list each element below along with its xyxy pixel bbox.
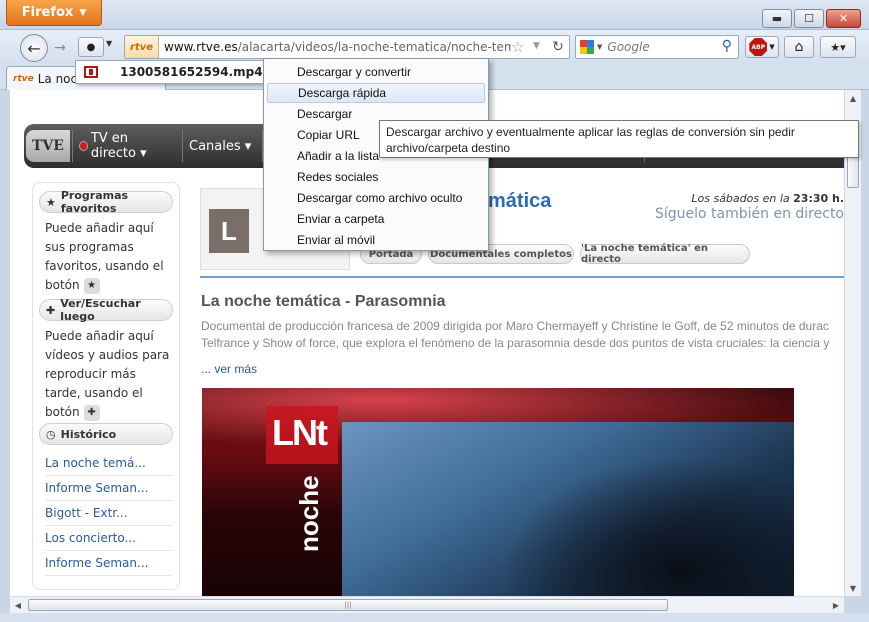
url-path: /alacarta/videos/la-noche-tematica/noche… [237, 40, 512, 54]
channel-logo-noche: noche [294, 475, 324, 552]
divider [200, 276, 844, 278]
historico-link[interactable]: Los concierto... [45, 526, 173, 551]
program-schedule: Los sábados en la 23:30 h. [691, 192, 844, 205]
bookmark-star-icon[interactable]: ☆ [511, 38, 524, 56]
addon-dropdown-icon[interactable]: ▼ [106, 39, 112, 48]
tve-logo[interactable]: TVE [26, 130, 70, 162]
reload-icon[interactable]: ↻ [549, 38, 567, 56]
ver-mas-link[interactable]: ... ver más [201, 362, 257, 376]
firefox-menu-button[interactable]: Firefox ▼ [6, 0, 102, 26]
tab-en-directo[interactable]: 'La noche temática' en directo [580, 243, 750, 265]
status-bar [0, 613, 869, 622]
video-player[interactable]: LNt noche [202, 388, 794, 596]
historico-title: Histórico [60, 427, 117, 441]
vertical-scrollbar[interactable]: ▲ ▼ [844, 90, 861, 596]
url-text[interactable]: www.rtve.es/alacarta/videos/la-noche-tem… [159, 40, 511, 54]
tv-en-directo-label: TV en directo ▾ [90, 131, 147, 161]
program-title: mática [488, 190, 552, 212]
chevron-down-icon: ▼ [79, 7, 87, 18]
url-bar[interactable]: rtve www.rtve.es/alacarta/videos/la-noch… [124, 35, 570, 59]
title-bar: Firefox ▼ ▬ ☐ ✕ [0, 0, 869, 30]
downloader-icon: ● [86, 41, 96, 53]
historico-link[interactable]: La noche temá... [45, 451, 173, 476]
tv-en-directo-menu[interactable]: TV en directo ▾ [72, 130, 180, 162]
horizontal-scroll-thumb[interactable]: ||| [28, 599, 668, 611]
site-identity-badge[interactable]: rtve [125, 36, 160, 58]
schedule-prefix: Los sábados en la [691, 192, 790, 205]
adblock-dropdown-icon: ▼ [769, 43, 775, 51]
search-icon[interactable]: ⚲ [722, 38, 732, 54]
plus-icon: ✚ [46, 303, 56, 317]
live-dot-icon [79, 141, 88, 151]
bookmarks-icon: ★▾ [830, 40, 846, 54]
menu-item-redes-sociales[interactable]: Redes sociales [267, 167, 485, 187]
video-description-line: Documental de producción francesa de 200… [201, 319, 829, 333]
minimize-button[interactable]: ▬ [762, 9, 792, 28]
favoritos-title: Programas favoritos [60, 189, 129, 215]
media-file-item[interactable]: 1300581652594.mp4 [75, 60, 273, 84]
ver-luego-title: Ver/Escuchar luego [60, 297, 141, 323]
video-description-line: Telfrance y Show of force, que explora e… [201, 336, 830, 350]
historico-link[interactable]: Bigott - Extr... [45, 501, 173, 526]
url-domain: www.rtve.es [164, 40, 238, 54]
forward-button[interactable]: → [50, 38, 70, 58]
scroll-left-icon[interactable]: ◀ [10, 597, 26, 613]
google-icon[interactable] [580, 40, 594, 54]
canales-menu[interactable]: Canales ▾ [182, 130, 260, 162]
adblock-icon: ABP [749, 38, 768, 56]
channel-logo-text: LNt [272, 412, 328, 453]
program-follow-text: Síguelo también en directo [655, 206, 844, 222]
favoritos-header[interactable]: ★ Programas favoritos [39, 189, 173, 215]
ver-luego-help: Puede añadir aquí vídeos y audios para r… [45, 327, 175, 422]
forward-arrow-icon: → [54, 40, 66, 56]
clock-icon: ◷ [46, 427, 56, 441]
tooltip: Descargar archivo y eventualmente aplica… [379, 120, 859, 158]
favoritos-text: Puede añadir aquí sus programas favorito… [45, 221, 164, 292]
ver-luego-header[interactable]: ✚ Ver/Escuchar luego [39, 297, 173, 323]
video-description: Documental de producción francesa de 200… [201, 318, 844, 352]
horizontal-scrollbar[interactable]: ◀ ||| ▶ [10, 596, 844, 613]
search-engine-dropdown-icon[interactable]: ▼ [597, 43, 602, 51]
add-later-plus-icon[interactable]: ✚ [83, 404, 100, 421]
home-button[interactable]: ⌂ [784, 36, 814, 58]
video-file-icon [84, 66, 98, 78]
video-title: La noche temática - Parasomnia [201, 293, 446, 310]
menu-item-descargar-oculto[interactable]: Descargar como archivo oculto [267, 188, 485, 208]
adblock-plus-button[interactable]: ABP ▼ [745, 36, 779, 58]
search-input[interactable] [605, 39, 706, 55]
back-button[interactable]: ← [20, 34, 48, 62]
downloader-addon-button[interactable]: ● [78, 37, 104, 57]
scroll-up-icon[interactable]: ▲ [845, 90, 861, 106]
scroll-right-icon[interactable]: ▶ [828, 597, 844, 613]
ver-luego-text: Puede añadir aquí vídeos y audios para r… [45, 329, 170, 419]
home-icon: ⌂ [794, 39, 804, 55]
menu-item-descarga-rapida[interactable]: Descarga rápida [267, 83, 485, 103]
firefox-menu-label: Firefox [21, 5, 74, 20]
star-icon: ★ [46, 195, 56, 209]
sidebar: ★ Programas favoritos Puede añadir aquí … [32, 182, 180, 590]
video-shadow [502, 458, 794, 596]
scroll-down-icon[interactable]: ▼ [845, 580, 861, 596]
bookmarks-button[interactable]: ★▾ [820, 36, 856, 58]
back-arrow-icon: ← [27, 38, 41, 58]
program-logo-letter: L [209, 209, 249, 253]
historico-link[interactable]: Informe Seman... [45, 476, 173, 501]
media-filename: 1300581652594.mp4 [120, 65, 263, 79]
favorite-star-icon[interactable]: ★ [83, 277, 100, 294]
menu-item-descargar-convertir[interactable]: Descargar y convertir [267, 62, 485, 82]
maximize-button[interactable]: ☐ [794, 9, 824, 28]
menu-item-enviar-movil[interactable]: Enviar al móvil [267, 230, 485, 250]
search-bar[interactable]: ▼ ⚲ [575, 35, 739, 59]
historico-link[interactable]: Informe Seman... [45, 551, 173, 576]
close-window-button[interactable]: ✕ [826, 9, 861, 28]
favoritos-help: Puede añadir aquí sus programas favorito… [45, 219, 175, 295]
menu-item-enviar-carpeta[interactable]: Enviar a carpeta [267, 209, 485, 229]
url-history-dropdown-icon[interactable]: ▼ [533, 41, 540, 51]
schedule-time: 23:30 h. [793, 192, 844, 205]
historico-header[interactable]: ◷ Histórico [39, 423, 173, 445]
rtve-favicon-icon: rtve [13, 73, 34, 84]
